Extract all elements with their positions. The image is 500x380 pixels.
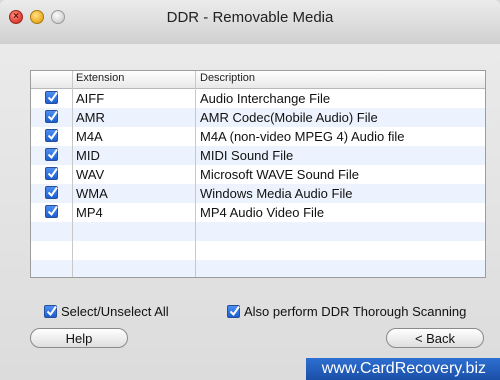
table-row <box>31 260 485 277</box>
window-title: DDR - Removable Media <box>166 9 334 26</box>
checkmark-icon <box>47 149 58 160</box>
extension-cell: MID <box>76 148 100 163</box>
description-cell: AMR Codec(Mobile Audio) File <box>200 110 378 125</box>
thorough-scan-checkbox[interactable] <box>227 305 240 318</box>
ddr-window: × DDR - Removable Media Extension Descri… <box>0 0 500 380</box>
checkmark-icon <box>47 187 58 198</box>
checkmark-icon <box>46 306 57 317</box>
checkmark-icon <box>47 168 58 179</box>
row-checkbox[interactable] <box>45 186 58 199</box>
table-row <box>31 222 485 241</box>
checkmark-icon <box>47 206 58 217</box>
column-header-description[interactable]: Description <box>200 72 255 84</box>
table-row[interactable]: M4A M4A (non-video MPEG 4) Audio file <box>31 127 485 146</box>
table-row[interactable]: MID MIDI Sound File <box>31 146 485 165</box>
checkmark-icon <box>47 111 58 122</box>
file-type-table: Extension Description AIFF Audio Intercha… <box>30 70 486 278</box>
description-cell: Audio Interchange File <box>200 91 331 106</box>
back-button[interactable]: < Back <box>386 328 484 348</box>
table-row[interactable]: WMA Windows Media Audio File <box>31 184 485 203</box>
table-header: Extension Description <box>31 71 485 89</box>
extension-cell: MP4 <box>76 205 103 220</box>
row-checkbox[interactable] <box>45 129 58 142</box>
description-cell: Microsoft WAVE Sound File <box>200 167 359 182</box>
title-bar: × DDR - Removable Media <box>0 0 500 44</box>
watermark-badge: www.CardRecovery.biz <box>306 358 500 380</box>
select-all-label: Select/Unselect All <box>61 304 169 319</box>
checkmark-icon <box>47 130 58 141</box>
column-divider <box>195 71 196 277</box>
select-all-checkbox[interactable] <box>44 305 57 318</box>
help-button[interactable]: Help <box>30 328 128 348</box>
row-checkbox[interactable] <box>45 91 58 104</box>
row-checkbox[interactable] <box>45 205 58 218</box>
checkmark-icon <box>47 92 58 103</box>
extension-cell: AMR <box>76 110 105 125</box>
table-row[interactable]: WAV Microsoft WAVE Sound File <box>31 165 485 184</box>
extension-cell: M4A <box>76 129 103 144</box>
extension-cell: WAV <box>76 167 105 182</box>
row-checkbox[interactable] <box>45 148 58 161</box>
column-header-extension[interactable]: Extension <box>76 72 124 84</box>
table-row[interactable]: MP4 MP4 Audio Video File <box>31 203 485 222</box>
description-cell: MP4 Audio Video File <box>200 205 325 220</box>
row-checkbox[interactable] <box>45 167 58 180</box>
column-divider <box>72 71 73 277</box>
row-checkbox[interactable] <box>45 110 58 123</box>
extension-cell: AIFF <box>76 91 105 106</box>
description-cell: MIDI Sound File <box>200 148 294 163</box>
table-row <box>31 241 485 260</box>
thorough-scan-label: Also perform DDR Thorough Scanning <box>244 304 467 319</box>
table-body: AIFF Audio Interchange File AMR AMR Codec(M… <box>31 89 485 277</box>
table-row[interactable]: AIFF Audio Interchange File <box>31 89 485 108</box>
table-row[interactable]: AMR AMR Codec(Mobile Audio) File <box>31 108 485 127</box>
description-cell: Windows Media Audio File <box>200 186 353 201</box>
extension-cell: WMA <box>76 186 108 201</box>
description-cell: M4A (non-video MPEG 4) Audio file <box>200 129 405 144</box>
checkmark-icon <box>229 306 240 317</box>
